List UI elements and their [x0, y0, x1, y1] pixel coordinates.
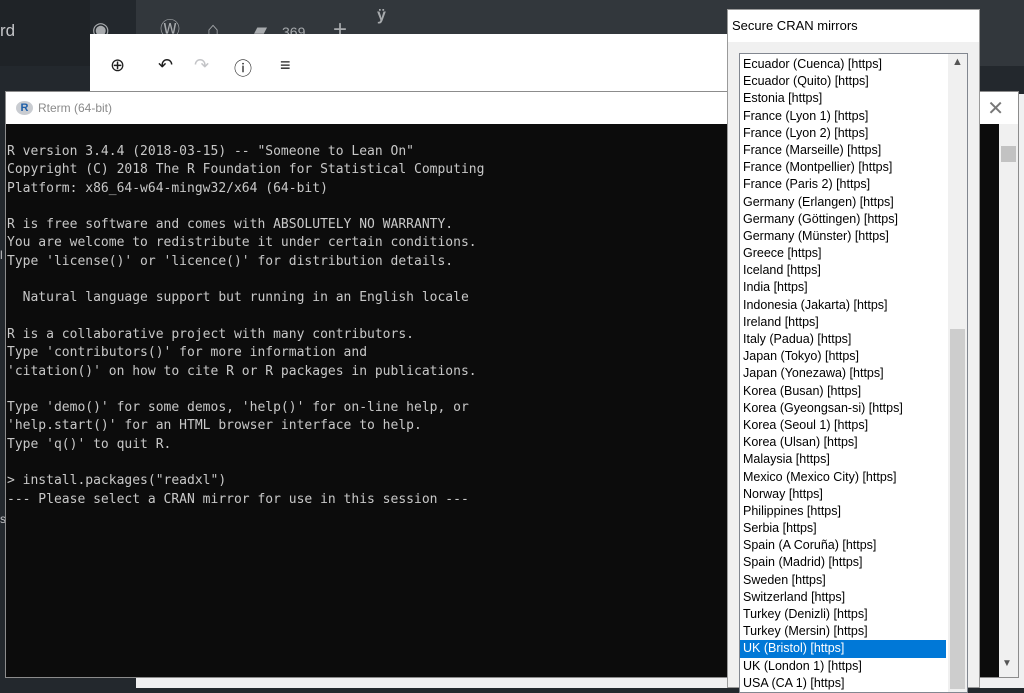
mirror-list-item[interactable]: Spain (Madrid) [https]: [740, 554, 946, 571]
console-scrollbar[interactable]: ▼: [999, 124, 1018, 677]
mirror-listbox[interactable]: Ecuador (Cuenca) [https] Ecuador (Quito) …: [739, 53, 968, 693]
mirror-list-item[interactable]: Korea (Gyeongsan-si) [https]: [740, 400, 946, 417]
mirror-list-item[interactable]: Sweden [https]: [740, 572, 946, 589]
mirror-list-item[interactable]: France (Montpellier) [https]: [740, 159, 946, 176]
mirror-list-item[interactable]: Iceland [https]: [740, 262, 946, 279]
mirror-list-item[interactable]: UK (London 1) [https]: [740, 658, 946, 675]
r-logo-icon: R: [16, 101, 33, 115]
mirror-list-item[interactable]: Greece [https]: [740, 245, 946, 262]
redo-icon[interactable]: ↷: [194, 55, 209, 76]
mirror-list-item[interactable]: Germany (Münster) [https]: [740, 228, 946, 245]
mirror-list-item[interactable]: Korea (Seoul 1) [https]: [740, 417, 946, 434]
mirror-list-item[interactable]: USA (CA 1) [https]: [740, 675, 946, 692]
mirror-list-item[interactable]: Japan (Tokyo) [https]: [740, 348, 946, 365]
add-block-icon[interactable]: ⊕: [110, 55, 125, 76]
info-icon[interactable]: ⓘ: [234, 55, 252, 81]
scroll-down-icon[interactable]: ▼: [1002, 658, 1012, 669]
mirror-list-item[interactable]: Philippines [https]: [740, 503, 946, 520]
console-scroll-thumb[interactable]: [1001, 146, 1016, 162]
mirror-list-scroll-thumb[interactable]: [950, 329, 965, 689]
mirror-list-item[interactable]: Spain (A Coruña) [https]: [740, 537, 946, 554]
mirror-list-item[interactable]: Japan (Yonezawa) [https]: [740, 365, 946, 382]
mirror-list-item[interactable]: Ecuador (Cuenca) [https]: [740, 56, 946, 73]
yoast-icon[interactable]: ÿ: [377, 4, 386, 28]
mirror-list-item[interactable]: Ireland [https]: [740, 314, 946, 331]
mirror-list-item[interactable]: Korea (Ulsan) [https]: [740, 434, 946, 451]
mirror-list-item[interactable]: Italy (Padua) [https]: [740, 331, 946, 348]
wp-sidebar-glyph: l: [0, 248, 3, 262]
rterm-title: Rterm (64-bit): [38, 101, 113, 115]
cran-dialog-title: Secure CRAN mirrors: [732, 18, 858, 33]
mirror-list-scrollbar[interactable]: ▲: [948, 54, 967, 692]
mirror-list-item[interactable]: India [https]: [740, 279, 946, 296]
outline-icon[interactable]: ≡: [280, 55, 291, 76]
mirror-list-item[interactable]: France (Marseille) [https]: [740, 142, 946, 159]
mirror-list-item[interactable]: Estonia [https]: [740, 90, 946, 107]
mirror-list-items: Ecuador (Cuenca) [https] Ecuador (Quito) …: [740, 54, 946, 692]
mirror-list-item[interactable]: Switzerland [https]: [740, 589, 946, 606]
mirror-list-item[interactable]: France (Paris 2) [https]: [740, 176, 946, 193]
mirror-list-item[interactable]: Ecuador (Quito) [https]: [740, 73, 946, 90]
mirror-list-item[interactable]: Malaysia [https]: [740, 451, 946, 468]
cran-mirror-dialog: Secure CRAN mirrors Ecuador (Cuenca) [ht…: [727, 9, 980, 693]
close-icon[interactable]: ✕: [987, 96, 1004, 121]
wp-editor-toolbar: [90, 34, 730, 94]
mirror-list-item[interactable]: Indonesia (Jakarta) [https]: [740, 297, 946, 314]
mirror-list-item[interactable]: Turkey (Mersin) [https]: [740, 623, 946, 640]
wp-sidebar-label: rd: [0, 21, 16, 40]
mirror-list-item[interactable]: Serbia [https]: [740, 520, 946, 537]
mirror-list-item[interactable]: Mexico (Mexico City) [https]: [740, 469, 946, 486]
scroll-up-icon[interactable]: ▲: [952, 56, 963, 68]
mirror-list-item[interactable]: UK (Bristol) [https]: [740, 640, 946, 658]
mirror-list-item[interactable]: Turkey (Denizli) [https]: [740, 606, 946, 623]
mirror-list-item[interactable]: France (Lyon 1) [https]: [740, 108, 946, 125]
mirror-list-item[interactable]: France (Lyon 2) [https]: [740, 125, 946, 142]
mirror-list-item[interactable]: Germany (Erlangen) [https]: [740, 194, 946, 211]
undo-icon[interactable]: ↶: [158, 55, 173, 76]
cran-dialog-titlebar[interactable]: Secure CRAN mirrors: [728, 10, 979, 42]
mirror-list-item[interactable]: Norway [https]: [740, 486, 946, 503]
mirror-list-item[interactable]: Korea (Busan) [https]: [740, 383, 946, 400]
mirror-list-item[interactable]: Germany (Göttingen) [https]: [740, 211, 946, 228]
